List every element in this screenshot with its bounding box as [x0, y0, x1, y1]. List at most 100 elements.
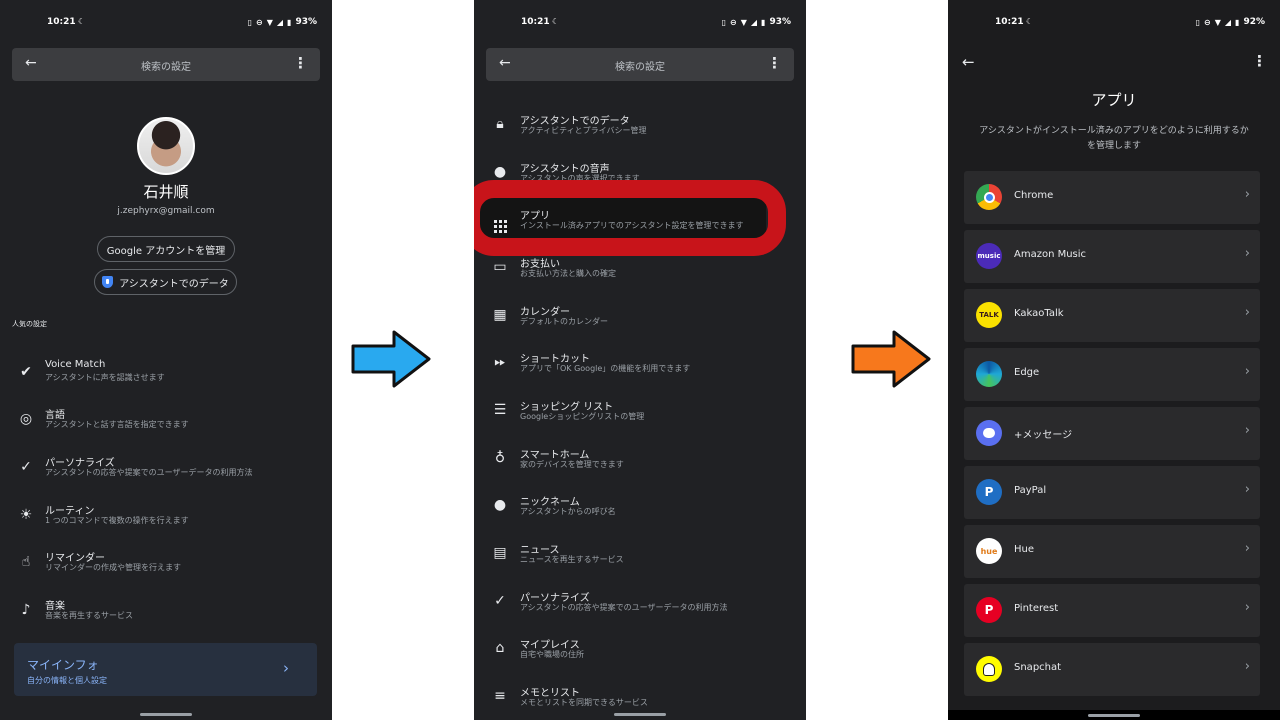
- status-time: 10:21: [995, 17, 1024, 27]
- card-icon: ▭: [493, 259, 507, 275]
- hand-icon: ☝: [21, 554, 31, 570]
- setting-nickname[interactable]: ● ニックネーム アシスタントからの呼び名: [474, 489, 806, 533]
- app-row[interactable]: +メッセージ ›: [964, 407, 1260, 460]
- info-card-subtitle: 自分の情報と個人設定: [27, 676, 107, 685]
- chevron-right-icon: ›: [1244, 600, 1250, 615]
- app-row[interactable]: Snapchat ›: [964, 643, 1260, 696]
- status-bar: 10:21 ☾ ▯ ⊖ ▼ ◢ ▮ 93%: [474, 17, 806, 33]
- search-bar[interactable]: ← 検索の設定 ⋮: [486, 48, 794, 81]
- app-name: Snapchat: [1014, 662, 1062, 673]
- dnd-moon-icon: ☾: [78, 17, 86, 26]
- section-heading: 人気の設定: [12, 320, 47, 328]
- setting-voice-match[interactable]: ✔ Voice Match アシスタントに声を認識させます: [0, 355, 332, 395]
- chevron-right-icon: ›: [1244, 423, 1250, 438]
- person-icon: ●: [493, 497, 507, 513]
- setting-personalize[interactable]: ✓ パーソナライズ アシスタントの応答や提案でのユーザーデータの利用方法: [0, 450, 332, 490]
- info-card-title: マイインフォ: [27, 658, 99, 672]
- chrome-icon: [976, 184, 1002, 210]
- setting-assistant-data[interactable]: 🔒︎ アシスタントでのデータ アクティビティとプライバシー管理: [474, 108, 806, 152]
- more-vert-icon[interactable]: ⋮: [1252, 52, 1267, 70]
- search-bar[interactable]: ← 検索の設定 ⋮: [12, 48, 320, 81]
- chevron-right-icon: ›: [1244, 659, 1250, 674]
- lock-icon: 🔒︎: [496, 116, 504, 132]
- setting-subtitle: アシスタントの応答や提案でのユーザーデータの利用方法: [520, 603, 728, 612]
- setting-music[interactable]: ♪ 音楽 音楽を再生するサービス: [0, 593, 332, 633]
- assistant-settings-screen: 10:21 ☾ ▯ ⊖ ▼ ◢ ▮ 93% ← 検索の設定 ⋮ 石井順 j.ze…: [0, 0, 332, 720]
- app-name: KakaoTalk: [1014, 308, 1064, 319]
- my-info-card[interactable]: マイインフォ 自分の情報と個人設定 ›: [14, 643, 317, 696]
- setting-shopping-list[interactable]: ☰ ショッピング リスト Googleショッピングリストの管理: [474, 394, 806, 438]
- battery-level: 93%: [769, 17, 791, 27]
- setting-assistant-voice[interactable]: ● アシスタントの音声 アシスタントの声を選択できます: [474, 156, 806, 200]
- search-settings-screen: 10:21 ☾ ▯ ⊖ ▼ ◢ ▮ 93% ← 検索の設定 ⋮ 🔒︎ アシスタン…: [474, 0, 806, 720]
- setting-subtitle: デフォルトのカレンダー: [520, 317, 608, 326]
- chevron-right-icon: ›: [1244, 305, 1250, 320]
- apps-grid-icon: [490, 209, 510, 233]
- setting-apps[interactable]: アプリ インストール済みアプリでのアシスタント設定を管理できます: [474, 203, 806, 247]
- status-bar: 10:21 ☾ ▯ ⊖ ▼ ◢ ▮ 92%: [948, 17, 1280, 33]
- app-row[interactable]: hue Hue ›: [964, 525, 1260, 578]
- gesture-bar[interactable]: [614, 713, 666, 716]
- kakaotalk-icon: TALK: [976, 302, 1002, 328]
- gesture-bar[interactable]: [1088, 714, 1140, 717]
- setting-news[interactable]: ▤ ニュース ニュースを再生するサービス: [474, 537, 806, 581]
- signal-icon: ◢: [276, 17, 284, 27]
- edge-icon: [976, 361, 1002, 387]
- battery-icon: ▮: [1235, 17, 1240, 27]
- page-description: アシスタントがインストール済みのアプリをどのように利用するかを管理します: [979, 126, 1249, 151]
- setting-subtitle: アクティビティとプライバシー管理: [520, 126, 647, 135]
- avatar[interactable]: [137, 117, 195, 175]
- app-name: Hue: [1014, 544, 1035, 555]
- setting-routine[interactable]: ☀ ルーティン 1 つのコマンドで複数の操作を行えます: [0, 498, 332, 538]
- chevron-right-icon: ›: [1244, 541, 1250, 556]
- dnd-moon-icon: ☾: [552, 17, 560, 26]
- setting-my-places[interactable]: ⌂ マイプレイス 自宅や職場の住所: [474, 632, 806, 676]
- paypal-icon: P: [976, 479, 1002, 505]
- amazon-music-icon: music: [976, 243, 1002, 269]
- fast-forward-icon: ⏩︎: [494, 354, 506, 370]
- app-row[interactable]: P PayPal ›: [964, 466, 1260, 519]
- nav-area: [948, 710, 1280, 720]
- music-note-icon: ♪: [21, 602, 31, 618]
- status-bar: 10:21 ☾ ▯ ⊖ ▼ ◢ ▮ 93%: [0, 17, 332, 33]
- setting-calendar[interactable]: ▦ カレンダー デフォルトのカレンダー: [474, 299, 806, 343]
- setting-subtitle: アシスタントからの呼び名: [520, 507, 616, 516]
- manage-account-button[interactable]: Google アカウントを管理: [97, 236, 235, 262]
- app-row[interactable]: music Amazon Music ›: [964, 230, 1260, 283]
- voice-icon: ●: [493, 164, 507, 180]
- dnd-icon: ⊖: [1204, 17, 1211, 27]
- setting-subtitle: ニュースを再生するサービス: [520, 555, 624, 564]
- setting-language[interactable]: ◎ 言語 アシスタントと話す言語を指定できます: [0, 402, 332, 442]
- back-arrow-icon[interactable]: ←: [962, 53, 975, 71]
- setting-title: Voice Match: [45, 359, 106, 370]
- setting-shortcuts[interactable]: ⏩︎ ショートカット アプリで「OK Google」の機能を利用できます: [474, 346, 806, 390]
- dnd-icon: ⊖: [730, 17, 737, 27]
- notes-icon: ≡: [494, 688, 506, 704]
- profile-email: j.zephyrx@gmail.com: [117, 206, 215, 216]
- app-row[interactable]: Chrome ›: [964, 171, 1260, 224]
- vibrate-icon: ▯: [247, 17, 253, 27]
- setting-reminder[interactable]: ☝ リマインダー リマインダーの作成や管理を行えます: [0, 545, 332, 585]
- app-name: Amazon Music: [1014, 249, 1087, 260]
- more-vert-icon[interactable]: ⋮: [767, 54, 782, 72]
- setting-smart-home[interactable]: ♁ スマートホーム 家のデバイスを管理できます: [474, 442, 806, 486]
- pinterest-icon: P: [976, 597, 1002, 623]
- app-row[interactable]: TALK KakaoTalk ›: [964, 289, 1260, 342]
- snapchat-icon: [976, 656, 1002, 682]
- more-vert-icon[interactable]: ⋮: [293, 54, 308, 72]
- app-row[interactable]: P Pinterest ›: [964, 584, 1260, 637]
- app-row[interactable]: Edge ›: [964, 348, 1260, 401]
- search-title: 検索の設定: [141, 62, 191, 73]
- dnd-moon-icon: ☾: [1026, 17, 1034, 26]
- assistant-data-button[interactable]: アシスタントでのデータ: [94, 269, 237, 295]
- setting-payment[interactable]: ▭ お支払い お支払い方法と購入の確定: [474, 251, 806, 295]
- setting-personalize[interactable]: ✓ パーソナライズ アシスタントの応答や提案でのユーザーデータの利用方法: [474, 585, 806, 629]
- check-circle-icon: ✔: [20, 364, 32, 380]
- app-name: +メッセージ: [1014, 430, 1073, 441]
- calendar-icon: ▦: [493, 307, 507, 323]
- gesture-bar[interactable]: [140, 713, 192, 716]
- setting-subtitle: アプリで「OK Google」の機能を利用できます: [520, 364, 691, 373]
- blue-arrow-icon: [351, 330, 431, 388]
- chevron-right-icon: ›: [1244, 364, 1250, 379]
- search-title: 検索の設定: [615, 62, 665, 73]
